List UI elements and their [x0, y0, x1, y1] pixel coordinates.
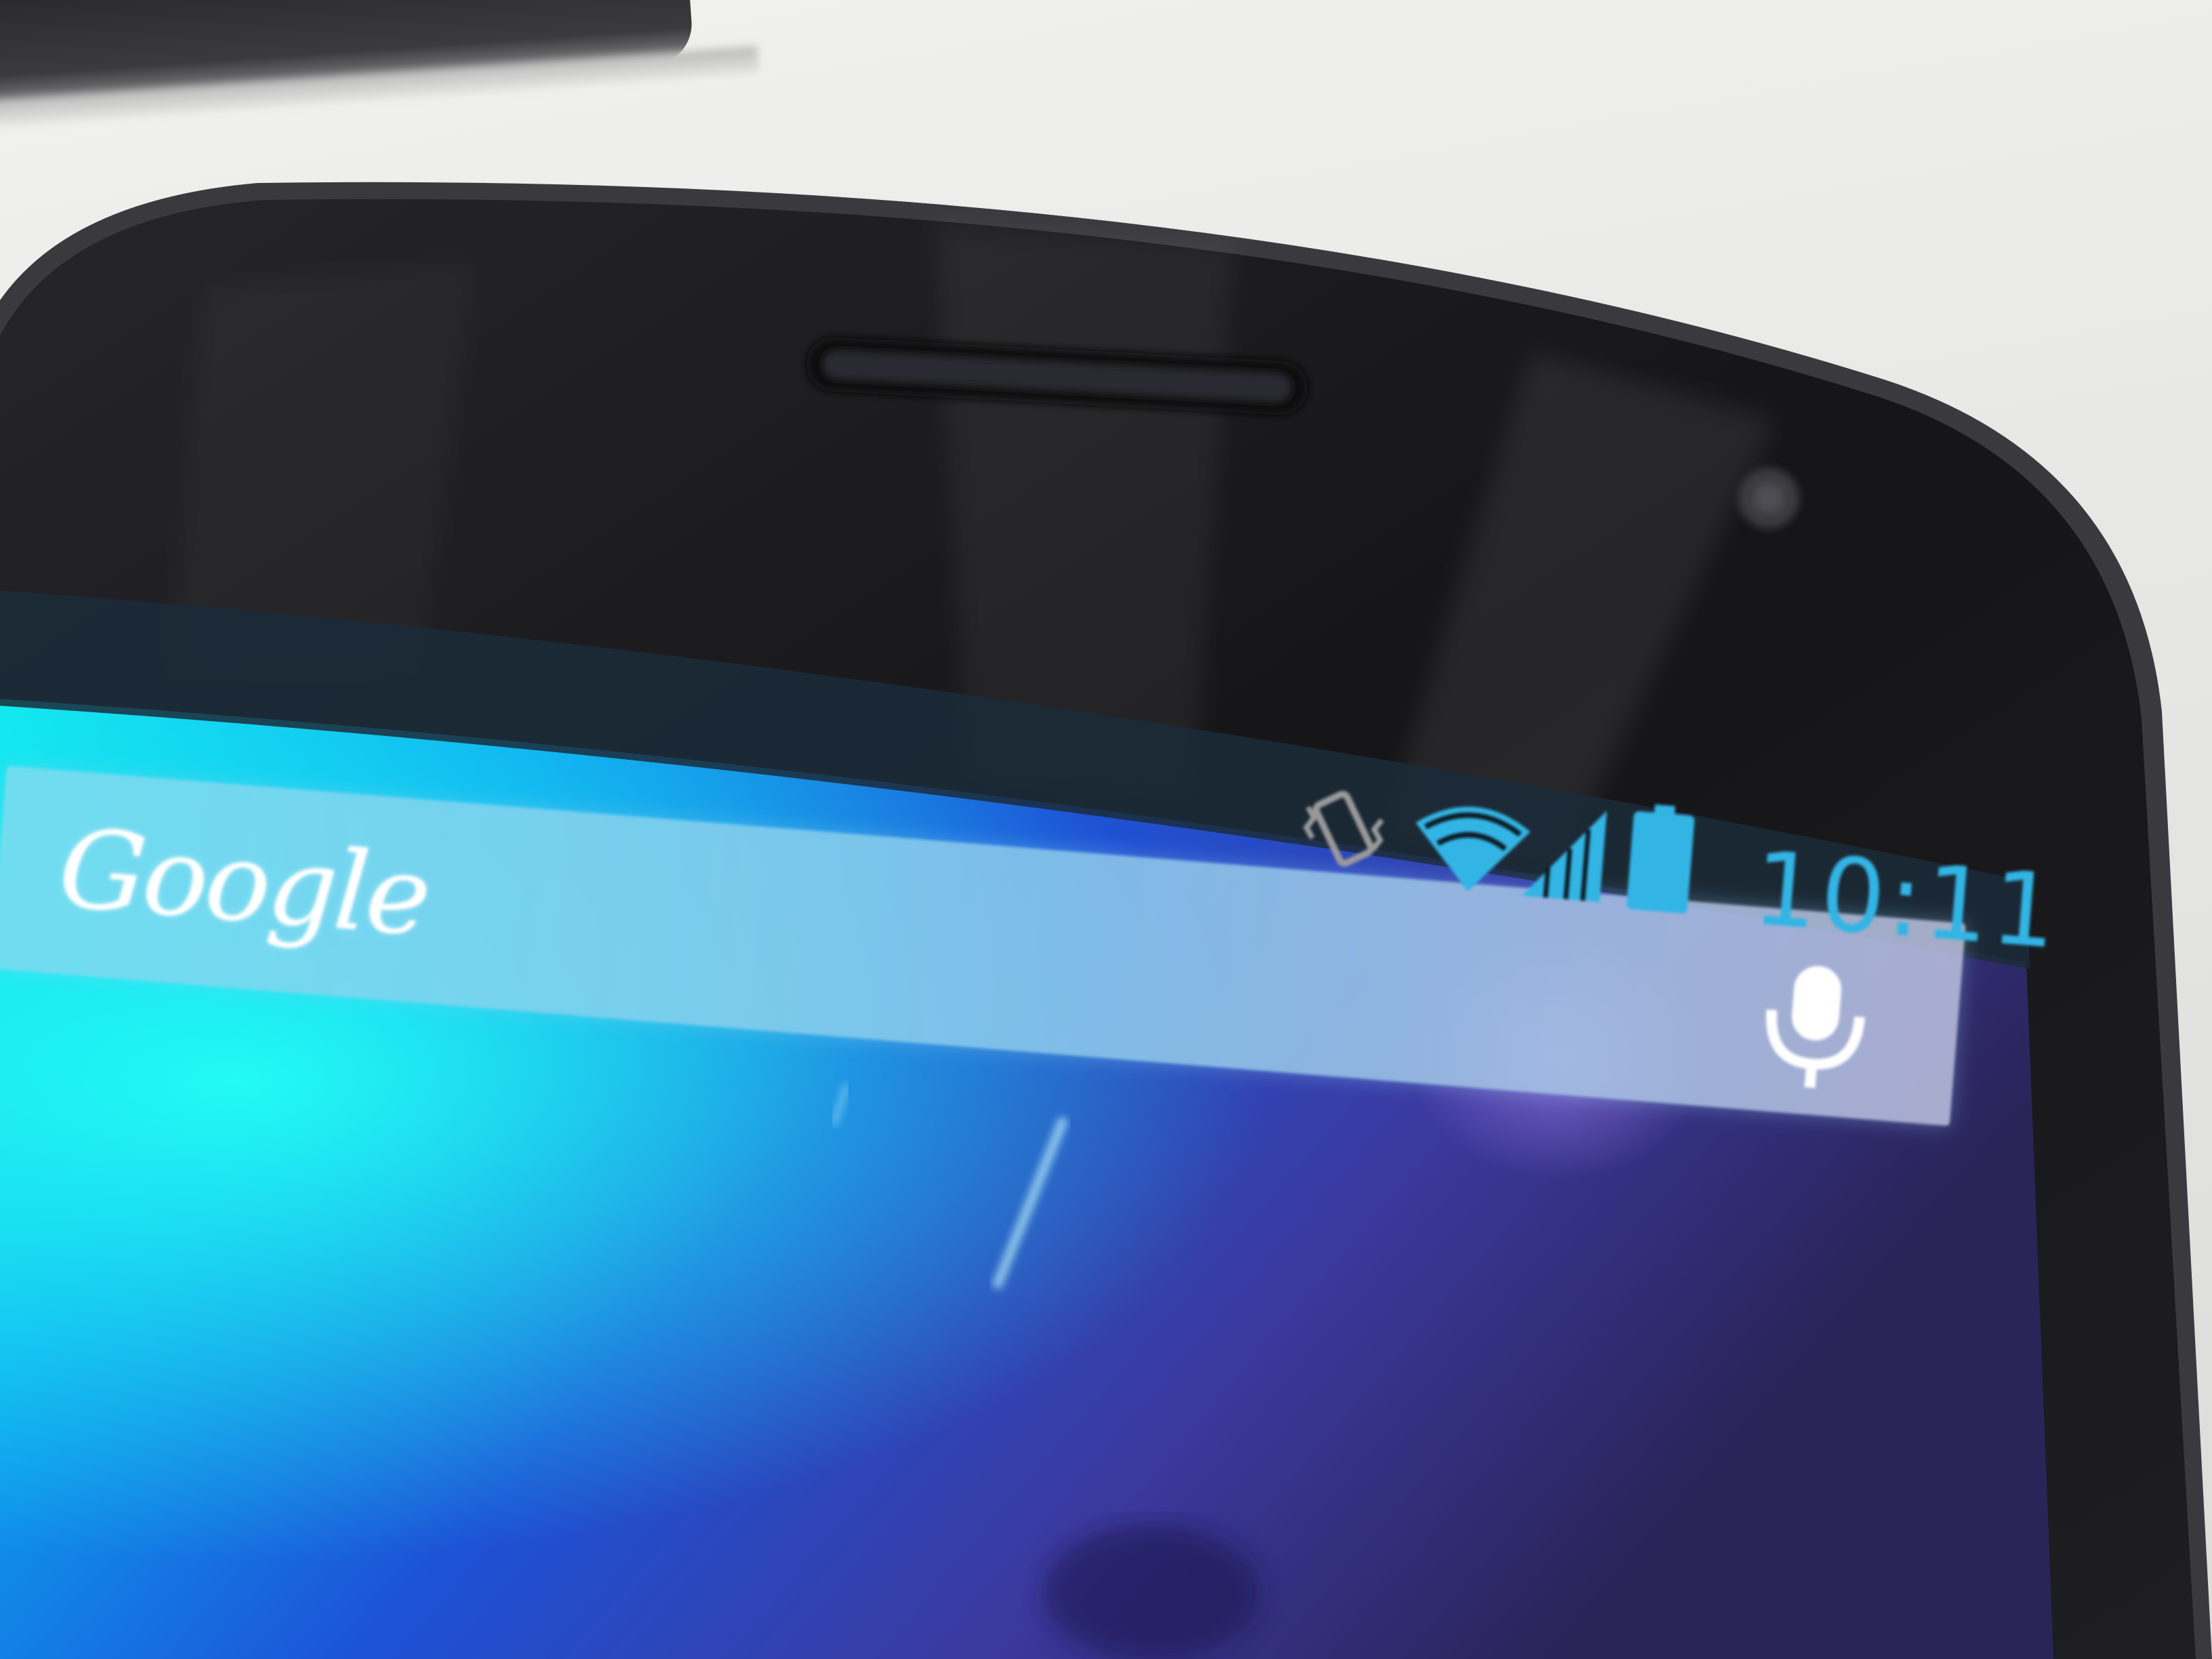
front-camera	[1738, 468, 1799, 529]
microphone-icon[interactable]	[1748, 954, 1881, 1099]
vibrate-icon	[1292, 779, 1395, 885]
battery-icon	[1622, 802, 1699, 919]
status-clock: 10:11	[1748, 830, 2064, 972]
google-logo: Google	[54, 804, 433, 961]
signal-icon	[1515, 797, 1611, 909]
photo-scene: Google 10:11	[0, 0, 2212, 1659]
